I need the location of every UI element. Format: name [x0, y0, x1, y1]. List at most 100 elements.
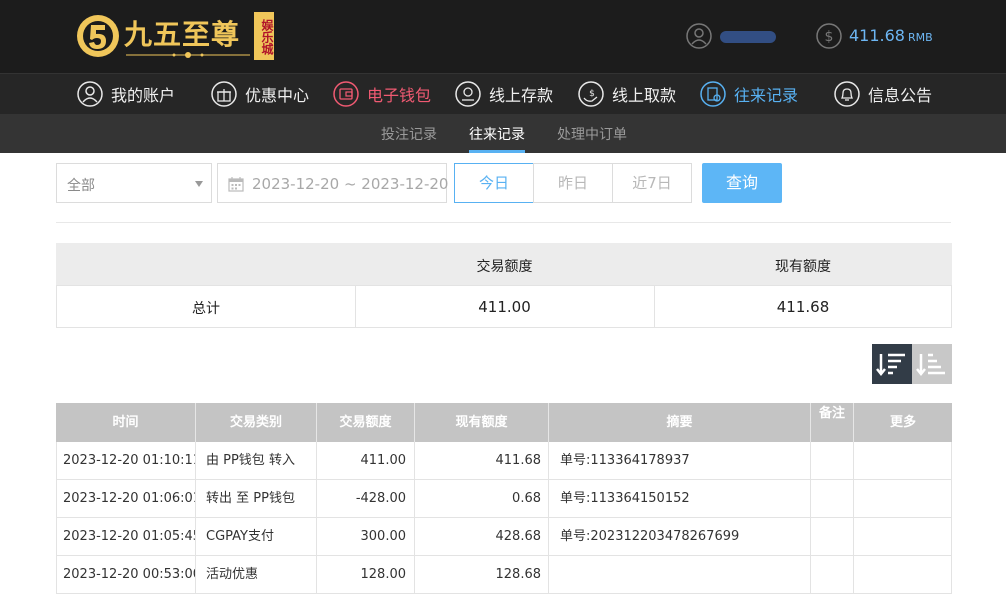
calendar-icon	[228, 177, 244, 192]
row-divider	[810, 480, 811, 517]
row-divider	[810, 518, 811, 555]
col-header-type[interactable]: 交易类别	[196, 403, 316, 442]
cell-summary	[560, 556, 805, 593]
summary-total-label: 总计	[192, 301, 220, 317]
row-divider	[810, 442, 811, 479]
nav-item-my-account[interactable]: 我的账户	[77, 79, 175, 109]
cell-type: 由 PP钱包 转入	[206, 453, 295, 468]
query-button[interactable]: 查询	[702, 163, 782, 203]
brand-badge: 娱乐城	[254, 12, 274, 60]
row-divider	[853, 556, 854, 593]
summary-header: 交易额度 现有额度	[56, 243, 952, 285]
cell-time: 2023-12-20 01:10:11	[63, 453, 195, 468]
subnav-item-transaction-records[interactable]: 往来记录	[469, 124, 525, 144]
row-divider	[810, 556, 811, 593]
sort-ascending-button[interactable]	[912, 344, 952, 384]
summary-total-amount: 411.00	[478, 298, 531, 316]
cell-summary: 单号:113364178937	[560, 453, 690, 468]
col-header-time[interactable]: 时间	[56, 403, 195, 442]
nav-item-announcements[interactable]: 信息公告	[834, 79, 932, 109]
username-redacted	[720, 31, 776, 43]
cell-amount: 128.00	[360, 567, 407, 582]
row-divider	[195, 442, 196, 479]
row-divider	[548, 518, 549, 555]
nav-item-e-wallet[interactable]: 电子钱包	[333, 79, 431, 109]
svg-text:$: $	[589, 89, 595, 99]
cell-amount: 411.00	[360, 453, 407, 468]
brand-logo[interactable]: 九五至尊 娱乐城	[74, 9, 276, 63]
cell-balance: 428.68	[495, 529, 542, 544]
nav-label: 线上存款	[489, 86, 554, 105]
cell-summary: 单号:113364150152	[560, 491, 690, 506]
cell-type: 转出 至 PP钱包	[206, 491, 295, 506]
dollar-icon: $	[816, 23, 842, 49]
quick-filter-today[interactable]: 今日	[454, 163, 534, 203]
nav-label: 线上取款	[612, 86, 677, 105]
logo-ornament-icon	[126, 52, 250, 58]
cell-balance: 0.68	[512, 491, 541, 506]
nav-item-deposit[interactable]: 线上存款	[455, 79, 553, 109]
row-divider	[548, 480, 549, 517]
summary-header-balance: 现有额度	[775, 259, 831, 275]
row-divider	[853, 480, 854, 517]
sort-descending-button[interactable]	[872, 344, 912, 384]
avatar-icon	[686, 23, 712, 49]
summary-table: 交易额度 现有额度 总计 411.00 411.68	[56, 243, 952, 328]
chevron-down-icon	[195, 181, 203, 187]
deposit-icon	[455, 81, 481, 107]
cell-time: 2023-12-20 01:05:45	[63, 529, 195, 544]
cell-summary: 单号:202312203478267699	[560, 529, 740, 544]
row-divider	[195, 518, 196, 555]
table-row: 2023-12-20 00:53:00 活动优惠 128.00 128.68	[56, 556, 952, 594]
subnav-item-bet-records[interactable]: 投注记录	[381, 124, 437, 144]
nav-label: 电子钱包	[367, 86, 432, 105]
sub-nav: 投注记录 往来记录 处理中订单	[0, 114, 1006, 153]
user-icon	[77, 81, 103, 107]
active-tab-underline	[469, 150, 525, 153]
cell-type: 活动优惠	[206, 567, 259, 582]
summary-total-balance: 411.68	[776, 298, 830, 316]
col-header-balance[interactable]: 现有额度	[415, 403, 548, 442]
top-bar: 九五至尊 娱乐城 $ 411.68 RMB	[0, 0, 1006, 73]
col-header-summary[interactable]: 摘要	[549, 403, 810, 442]
wallet-icon	[333, 81, 359, 107]
table-row: 2023-12-20 01:05:45 CGPAY支付 300.00 428.6…	[56, 518, 952, 556]
col-header-more[interactable]: 更多	[854, 403, 952, 442]
nav-item-withdraw[interactable]: $ 线上取款	[578, 79, 676, 109]
nav-label: 优惠中心	[245, 86, 310, 105]
summary-header-amount: 交易额度	[476, 259, 533, 275]
withdraw-icon: $	[578, 81, 604, 107]
row-divider	[853, 442, 854, 479]
row-divider	[195, 556, 196, 593]
cell-amount: 300.00	[360, 529, 407, 544]
row-divider	[548, 442, 549, 479]
cell-type: CGPAY支付	[206, 529, 274, 544]
date-range-input[interactable]: 2023-12-20 ~ 2023-12-20	[217, 163, 449, 203]
cell-amount: -428.00	[355, 491, 406, 506]
type-select[interactable]: 全部	[56, 163, 212, 203]
type-select-value: 全部	[67, 178, 95, 194]
col-header-remark[interactable]: 备注	[818, 403, 846, 442]
table-row: 2023-12-20 01:06:01 转出 至 PP钱包 -428.00 0.…	[56, 480, 952, 518]
row-divider	[195, 480, 196, 517]
nav-item-records[interactable]: 往来记录	[700, 79, 798, 109]
logo-emblem-icon	[77, 15, 119, 57]
header-divider	[810, 403, 811, 442]
quick-filter-yesterday[interactable]: 昨日	[533, 163, 613, 203]
nav-label: 我的账户	[111, 86, 176, 105]
cell-balance: 128.68	[495, 567, 542, 582]
brand-name: 九五至尊	[124, 18, 241, 51]
date-range-value: 2023-12-20 ~ 2023-12-20	[252, 175, 449, 193]
subnav-item-pending-orders[interactable]: 处理中订单	[557, 124, 627, 144]
summary-row: 总计 411.00 411.68	[56, 285, 952, 328]
balance-value: 411.68 RMB	[849, 26, 933, 45]
sort-ascending-icon	[916, 353, 945, 377]
main-nav: 我的账户 优惠中心 电子钱包 线上存款 $ 线上取款 往来记录 信息公告	[0, 73, 1006, 114]
nav-item-promotions[interactable]: 优惠中心	[211, 79, 309, 109]
quick-filter-last-7-days[interactable]: 近7日	[612, 163, 692, 203]
col-header-amount[interactable]: 交易额度	[317, 403, 414, 442]
sort-descending-icon	[876, 353, 905, 377]
balance-currency: RMB	[907, 31, 933, 44]
nav-label: 往来记录	[734, 86, 799, 105]
records-table-header: 时间 交易类别 交易额度 现有额度 摘要 备注 更多	[56, 403, 952, 442]
